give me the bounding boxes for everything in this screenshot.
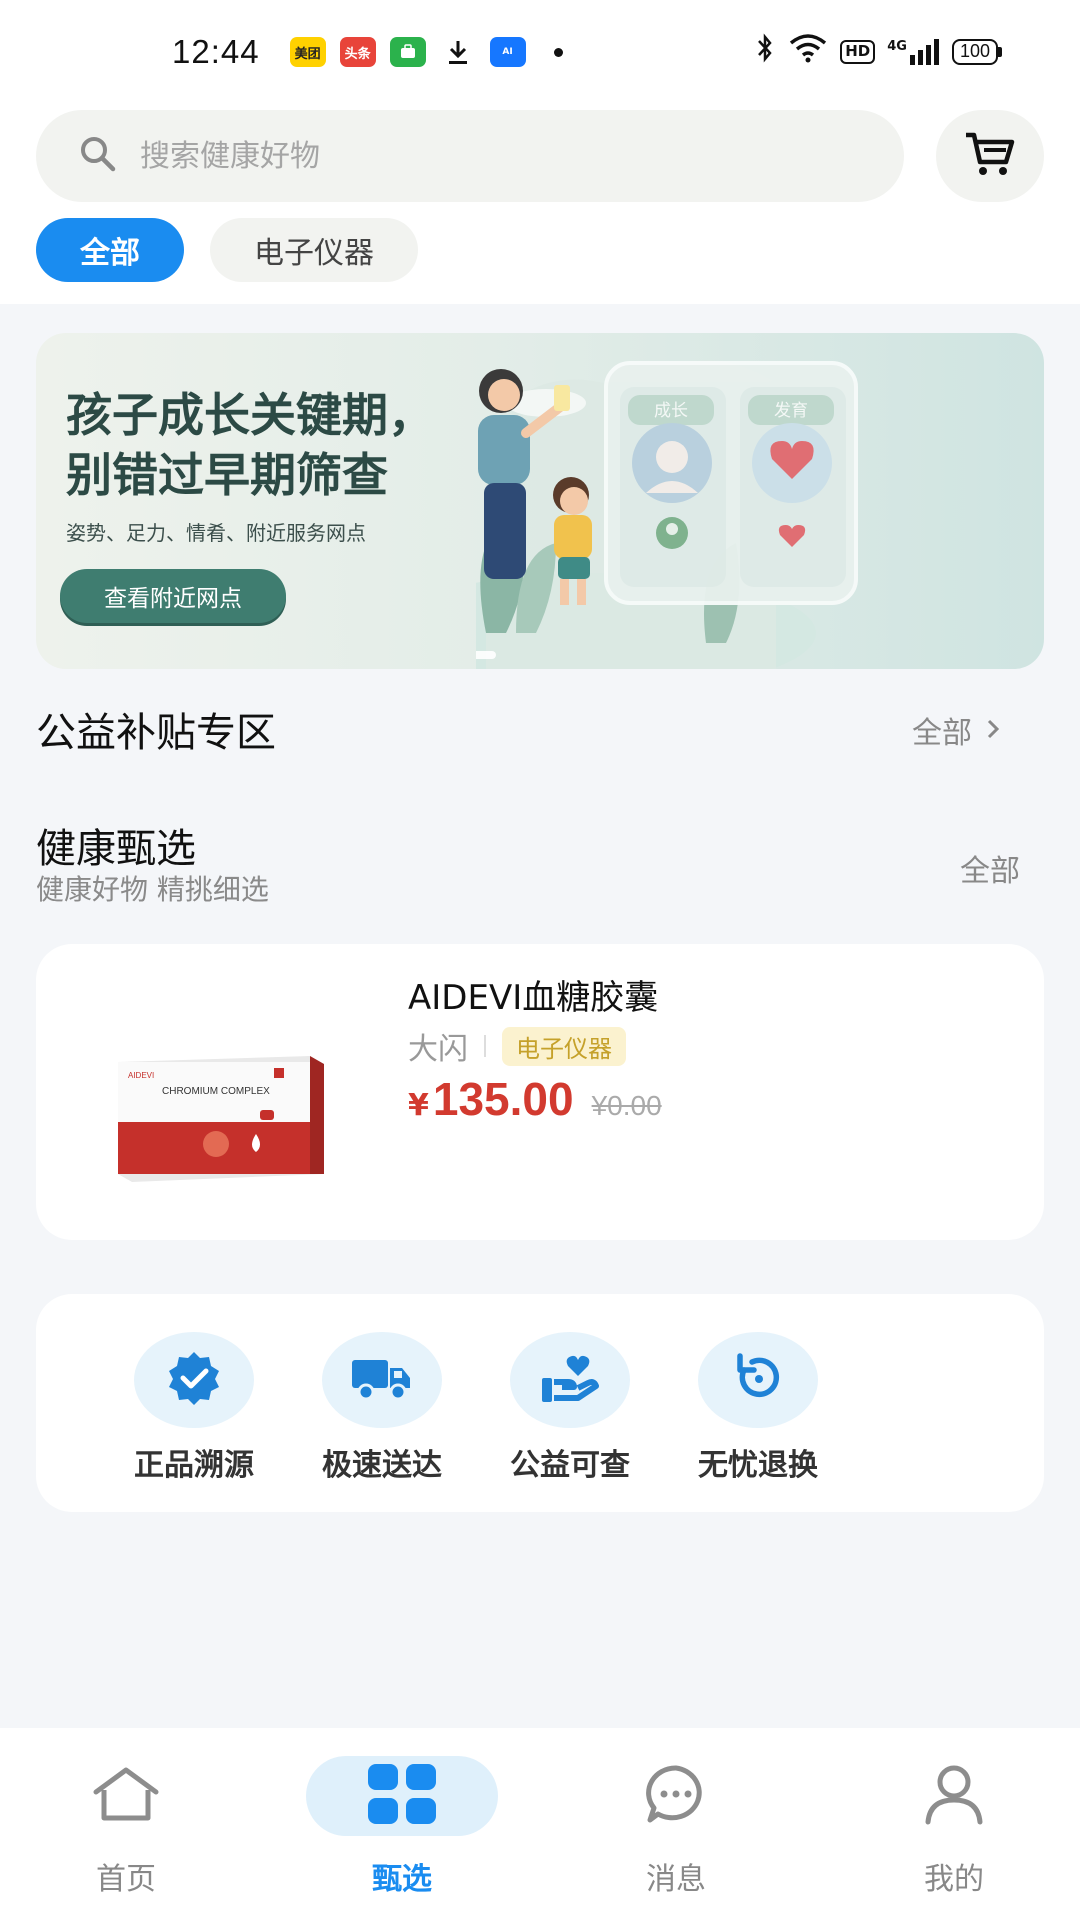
search-bar[interactable]	[36, 110, 904, 202]
meta-divider	[484, 1035, 486, 1057]
health-section-title: 健康甄选	[36, 826, 196, 872]
wifi-icon	[788, 33, 828, 71]
price-currency-symbol: ¥	[408, 1088, 429, 1123]
nav-label: 我的	[924, 1862, 984, 1897]
banner-title: 孩子成长关键期， 别错过早期筛查	[66, 385, 434, 505]
battery-tip	[998, 47, 1002, 57]
promo-banner[interactable]: 孩子成长关键期， 别错过早期筛查 姿势、足力、情肴、附近服务网点 查看附近网点	[36, 333, 1044, 669]
toutiao-app-icon: 头条	[339, 37, 376, 67]
service-easy-return[interactable]: 无忧退换	[668, 1332, 848, 1484]
return-arrow-icon	[732, 1352, 784, 1408]
network-type: 4G	[887, 39, 907, 54]
home-icon	[90, 1766, 162, 1826]
subsidy-section-title: 公益补贴专区	[36, 710, 276, 756]
notification-icons: 美团 头条 AI	[289, 37, 526, 67]
nearby-outlets-button[interactable]: 查看附近网点	[60, 569, 286, 623]
chevron-right-icon	[986, 713, 1000, 748]
verified-badge-icon	[164, 1348, 224, 1412]
service-charity-trace[interactable]: 公益可查	[480, 1332, 660, 1484]
subsidy-view-all-label: 全部	[912, 716, 972, 751]
battery-level: 100	[951, 39, 998, 65]
banner-illustration: 成长 发育	[476, 360, 858, 669]
search-icon	[78, 134, 140, 178]
nav-icon-wrap	[858, 1756, 1050, 1836]
product-image: AIDEVI CHROMIUM COMPLEX	[118, 1056, 324, 1182]
service-fast-delivery[interactable]: 极速送达	[292, 1332, 472, 1484]
hd-indicator: HD	[840, 40, 876, 64]
app-screen: 12:44 美团 头条 AI HD 4G 100 搜索健康好物 全部 电子仪器 …	[0, 0, 1080, 1920]
cart-icon	[964, 130, 1016, 182]
service-icon-bg	[134, 1332, 254, 1428]
ai-app-icon: AI	[489, 37, 526, 67]
nav-profile[interactable]: 我的	[854, 1756, 1054, 1898]
service-label: 无忧退换	[698, 1448, 818, 1483]
chip-electronic-devices[interactable]: 电子仪器	[210, 218, 418, 282]
service-label: 公益可查	[510, 1448, 630, 1483]
product-box-brand: AIDEVI	[128, 1071, 154, 1080]
service-icon-bg	[510, 1332, 630, 1428]
banner-subtitle: 姿势、足力、情肴、附近服务网点	[66, 521, 366, 545]
nav-label: 消息	[646, 1862, 706, 1897]
health-section-subtitle: 健康好物 精挑细选	[36, 873, 269, 906]
cart-button[interactable]	[936, 110, 1044, 202]
service-authentic[interactable]: 正品溯源	[104, 1332, 284, 1484]
service-label: 极速送达	[322, 1448, 442, 1483]
price-value: 135.00	[432, 1073, 574, 1125]
status-bar: 12:44 美团 头条 AI HD 4G 100	[0, 0, 1080, 104]
status-right: HD 4G 100	[754, 33, 1002, 71]
signal-icon: 4G	[887, 39, 940, 65]
service-guarantees: 正品溯源 极速送达 公益可查 无忧退换	[36, 1294, 1044, 1512]
health-view-all-link[interactable]: 全部	[960, 846, 1020, 890]
more-notifications-dot	[553, 47, 563, 57]
product-category-tag: 电子仪器	[502, 1026, 626, 1066]
green-app-icon	[389, 37, 426, 67]
bottom-navigation: 首页 甄选 消息 我的	[0, 1728, 1080, 1920]
delivery-truck-icon	[350, 1354, 414, 1406]
nav-icon-wrap	[580, 1756, 772, 1836]
product-box-title: CHROMIUM COMPLEX	[162, 1086, 270, 1097]
nav-label: 甄选	[372, 1862, 432, 1897]
header: 全部 电子仪器	[0, 104, 1080, 304]
download-icon	[440, 37, 476, 67]
product-price: ¥ 135.00 ¥0.00	[408, 1072, 662, 1126]
product-meta: 大闪 电子仪器	[408, 1024, 626, 1068]
chip-all[interactable]: 全部	[36, 218, 184, 282]
original-price: ¥0.00	[591, 1090, 662, 1121]
nav-label: 首页	[96, 1862, 156, 1897]
nav-home[interactable]: 首页	[26, 1756, 226, 1898]
message-icon	[644, 1764, 708, 1828]
charity-hand-heart-icon	[538, 1350, 602, 1410]
bluetooth-icon	[754, 33, 776, 71]
banner-title-line2: 别错过早期筛查	[66, 448, 388, 502]
service-icon-bg	[698, 1332, 818, 1428]
status-time: 12:44	[172, 33, 260, 70]
nav-icon-wrap	[306, 1756, 498, 1836]
product-brand: 大闪	[408, 1032, 468, 1067]
nav-messages[interactable]: 消息	[576, 1756, 776, 1898]
nav-icon-wrap	[30, 1756, 222, 1836]
banner-title-line1: 孩子成长关键期，	[66, 388, 434, 442]
product-card[interactable]: AIDEVI CHROMIUM COMPLEX AIDEVI血糖胶囊 大闪 电子…	[36, 944, 1044, 1240]
service-label: 正品溯源	[134, 1448, 254, 1483]
battery-indicator: 100	[951, 39, 1002, 65]
subsidy-view-all-link[interactable]: 全部	[912, 708, 1000, 752]
category-chips: 全部 电子仪器	[36, 218, 418, 282]
grid-icon	[363, 1762, 441, 1830]
service-icon-bg	[322, 1332, 442, 1428]
profile-icon	[922, 1762, 986, 1830]
banner-card-tag-development: 发育	[774, 401, 808, 421]
meituan-app-icon: 美团	[289, 37, 326, 67]
product-name: AIDEVI血糖胶囊	[408, 978, 659, 1018]
search-input[interactable]	[140, 138, 740, 174]
banner-card-tag-growth: 成长	[654, 401, 688, 421]
nav-selection[interactable]: 甄选	[302, 1756, 502, 1898]
